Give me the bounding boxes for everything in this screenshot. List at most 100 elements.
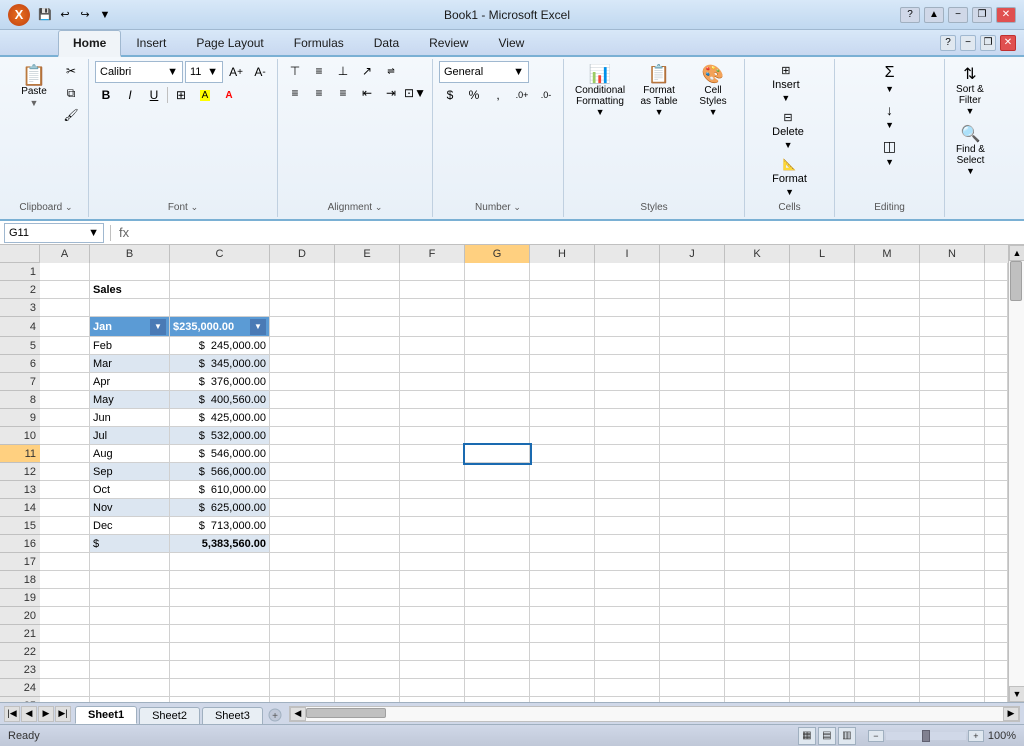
find-select-arrow[interactable]: ▼ [966, 166, 975, 176]
cell-g17[interactable] [465, 553, 530, 571]
cell-c3[interactable] [170, 299, 270, 317]
cell-b17[interactable] [90, 553, 170, 571]
cell-k7[interactable] [725, 373, 790, 391]
row-num-12[interactable]: 12 [0, 463, 40, 481]
cell-d20[interactable] [270, 607, 335, 625]
cell-d12[interactable] [270, 463, 335, 481]
cell-a2[interactable] [40, 281, 90, 299]
cell-i15[interactable] [595, 517, 660, 535]
cell-a12[interactable] [40, 463, 90, 481]
cell-c6[interactable]: $ 345,000.00 [170, 355, 270, 373]
cell-h18[interactable] [530, 571, 595, 589]
cell-f5[interactable] [400, 337, 465, 355]
cell-c1[interactable] [170, 263, 270, 281]
paste-dropdown[interactable]: ▼ [30, 98, 39, 108]
cell-o17[interactable] [985, 553, 1008, 571]
autosum-arrow[interactable]: ▼ [885, 84, 894, 94]
fill-arrow[interactable]: ▼ [885, 120, 894, 130]
col-header-c[interactable]: C [170, 245, 270, 263]
cell-f24[interactable] [400, 679, 465, 697]
cell-a7[interactable] [40, 373, 90, 391]
cell-k17[interactable] [725, 553, 790, 571]
cell-m3[interactable] [855, 299, 920, 317]
cell-h10[interactable] [530, 427, 595, 445]
cell-m7[interactable] [855, 373, 920, 391]
orientation-button[interactable]: ↗ [356, 61, 378, 81]
col-header-o[interactable]: O [985, 245, 1008, 263]
cell-k21[interactable] [725, 625, 790, 643]
formula-input[interactable] [135, 227, 1020, 239]
cell-k19[interactable] [725, 589, 790, 607]
cell-c2[interactable] [170, 281, 270, 299]
cell-c4-dropdown[interactable]: ▼ [250, 319, 266, 335]
normal-view-button[interactable]: ▦ [798, 727, 816, 745]
cell-b19[interactable] [90, 589, 170, 607]
row-num-3[interactable]: 3 [0, 299, 40, 317]
cell-b5[interactable]: Feb [90, 337, 170, 355]
cell-m23[interactable] [855, 661, 920, 679]
row-num-4[interactable]: 4 [0, 317, 40, 337]
cell-m6[interactable] [855, 355, 920, 373]
help-button[interactable]: ? [900, 7, 920, 23]
cell-h1[interactable] [530, 263, 595, 281]
window-restore-icon[interactable]: ❐ [980, 35, 996, 51]
cell-b3[interactable] [90, 299, 170, 317]
cell-m1[interactable] [855, 263, 920, 281]
cell-b4[interactable]: Jan ▼ [90, 317, 170, 337]
find-select-button[interactable]: 🔍 Find &Select ▼ [951, 121, 990, 179]
cell-m4[interactable] [855, 317, 920, 337]
cell-g23[interactable] [465, 661, 530, 679]
paste-button[interactable]: 📋 Paste ▼ [10, 61, 58, 113]
row-num-14[interactable]: 14 [0, 499, 40, 517]
cell-e3[interactable] [335, 299, 400, 317]
cell-h12[interactable] [530, 463, 595, 481]
cell-i21[interactable] [595, 625, 660, 643]
cell-h24[interactable] [530, 679, 595, 697]
cell-l22[interactable] [790, 643, 855, 661]
cell-f22[interactable] [400, 643, 465, 661]
redo-qa-button[interactable]: ↪ [76, 6, 94, 24]
cut-button[interactable]: ✂ [60, 61, 82, 81]
cell-f4[interactable] [400, 317, 465, 337]
cell-f10[interactable] [400, 427, 465, 445]
col-header-a[interactable]: A [40, 245, 90, 263]
cell-m2[interactable] [855, 281, 920, 299]
col-header-f[interactable]: F [400, 245, 465, 263]
format-button[interactable]: 📐 Format ▼ [767, 155, 812, 200]
fill-color-button[interactable]: A [194, 85, 216, 105]
cell-a4[interactable] [40, 317, 90, 337]
conditional-formatting-button[interactable]: 📊 ConditionalFormatting ▼ [570, 61, 630, 120]
cell-a1[interactable] [40, 263, 90, 281]
cell-b2[interactable]: Sales [90, 281, 170, 299]
cell-f2[interactable] [400, 281, 465, 299]
cell-o6[interactable] [985, 355, 1008, 373]
cell-d14[interactable] [270, 499, 335, 517]
row-num-13[interactable]: 13 [0, 481, 40, 499]
cell-g3[interactable] [465, 299, 530, 317]
font-size-arrow[interactable]: ▼ [207, 66, 218, 78]
cell-m18[interactable] [855, 571, 920, 589]
cell-c14[interactable]: $ 625,000.00 [170, 499, 270, 517]
cell-j14[interactable] [660, 499, 725, 517]
zoom-thumb[interactable] [922, 730, 930, 742]
cell-o8[interactable] [985, 391, 1008, 409]
cell-g24[interactable] [465, 679, 530, 697]
cell-c17[interactable] [170, 553, 270, 571]
cell-i6[interactable] [595, 355, 660, 373]
bot-align-button[interactable]: ⊥ [332, 61, 354, 81]
cell-n16[interactable] [920, 535, 985, 553]
sheet-tab-1[interactable]: Sheet1 [75, 706, 137, 724]
cell-j19[interactable] [660, 589, 725, 607]
cell-g9[interactable] [465, 409, 530, 427]
cell-a18[interactable] [40, 571, 90, 589]
cell-e17[interactable] [335, 553, 400, 571]
cell-f23[interactable] [400, 661, 465, 679]
cell-b20[interactable] [90, 607, 170, 625]
cell-d24[interactable] [270, 679, 335, 697]
scroll-thumb-h[interactable] [306, 708, 386, 718]
cell-l12[interactable] [790, 463, 855, 481]
cell-c10[interactable]: $ 532,000.00 [170, 427, 270, 445]
autosum-button[interactable]: Σ ▼ [872, 61, 908, 97]
cell-l7[interactable] [790, 373, 855, 391]
cell-d9[interactable] [270, 409, 335, 427]
